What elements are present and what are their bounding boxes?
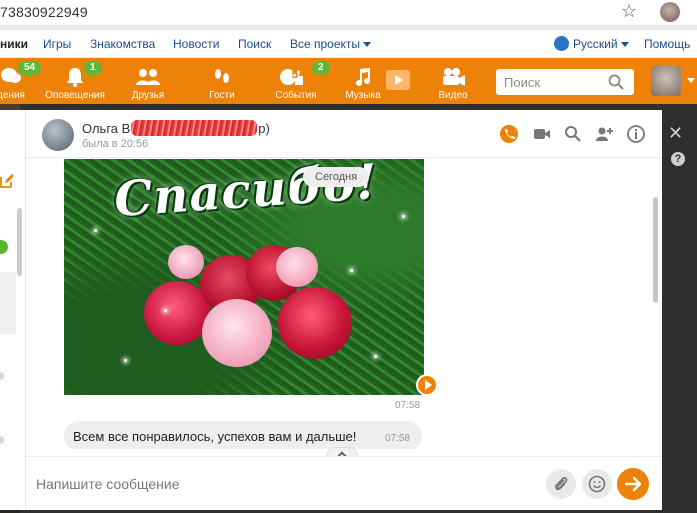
- notifications-badge: 1: [84, 61, 102, 75]
- toolbar-label: Друзья: [131, 90, 165, 101]
- smiley-icon: [588, 475, 606, 493]
- sparkle: [124, 359, 127, 362]
- top-navigation: ники Игры Знакомства Новости Поиск Все п…: [0, 30, 697, 58]
- play-icon[interactable]: [416, 374, 438, 396]
- toolbar-friends[interactable]: Друзья: [124, 58, 172, 104]
- attach-button[interactable]: [546, 469, 576, 499]
- sparkle: [350, 269, 353, 272]
- date-separator: Сегодня: [303, 167, 370, 187]
- events-badge: 2: [312, 61, 330, 75]
- chat-scrollbar[interactable]: [653, 197, 658, 303]
- globe-icon: [554, 36, 569, 51]
- send-button[interactable]: [617, 468, 649, 500]
- toolbar-video[interactable]: Видео: [430, 58, 476, 104]
- sparkle: [164, 309, 167, 312]
- message-time: 07:58: [385, 433, 411, 444]
- message-text: Всем все понравилось, успехов вам и даль…: [73, 429, 357, 444]
- search-input[interactable]: [504, 73, 604, 91]
- bookmark-star-icon[interactable]: ☆: [621, 1, 637, 22]
- contact-name-end: р): [258, 121, 270, 136]
- messages-badge: 54: [18, 61, 42, 75]
- nav-link-home[interactable]: ники: [0, 37, 28, 51]
- contact-status: была в 20:56: [82, 138, 148, 150]
- conversation-list: [0, 110, 26, 510]
- video-play-icon[interactable]: [386, 70, 410, 90]
- chevron-down-icon[interactable]: [687, 78, 695, 83]
- friends-icon: [136, 69, 160, 85]
- contact-name-start: Ольга В: [82, 121, 131, 136]
- chat-header: Ольга В р) была в 20:56: [26, 110, 662, 158]
- online-indicator: [0, 240, 8, 254]
- bell-icon: [67, 68, 83, 87]
- toolbar-label: Музыка: [345, 90, 381, 101]
- nav-link-all-projects[interactable]: Все проекты: [290, 37, 372, 51]
- conversation-item-active[interactable]: [0, 272, 16, 334]
- message-composer: [26, 456, 662, 510]
- browser-profile-avatar[interactable]: [660, 2, 680, 22]
- redaction-scribble: [131, 120, 258, 136]
- toolbar-label: Видео: [438, 90, 468, 101]
- contact-avatar[interactable]: [42, 119, 74, 151]
- all-projects-label: Все проекты: [290, 37, 361, 51]
- chat-messages: Спасибо! Сегодня 07:58 Всем все понравил…: [26, 159, 662, 449]
- message-bubble[interactable]: Всем все понравилось, успехов вам и даль…: [64, 421, 422, 449]
- rose-image: [278, 287, 352, 359]
- toolbar-guests[interactable]: Гости: [200, 58, 244, 104]
- help-icon[interactable]: ?: [671, 152, 685, 166]
- music-note-icon: [356, 68, 370, 86]
- toolbar-label: События: [275, 90, 317, 101]
- paperclip-icon: [554, 477, 568, 491]
- language-label: Русский: [573, 37, 618, 51]
- sparkle: [402, 215, 405, 218]
- chevron-down-icon: [620, 42, 629, 47]
- search-icon[interactable]: [563, 124, 583, 144]
- rose-image: [202, 299, 272, 367]
- nav-link-search[interactable]: Поиск: [238, 37, 271, 51]
- conversation-indicator: [0, 436, 4, 444]
- main-toolbar: дения 54 Оповещения 1 Друзья Гости 5 Соб…: [0, 58, 697, 104]
- compose-icon[interactable]: [0, 174, 14, 188]
- phone-call-icon[interactable]: [499, 124, 519, 144]
- add-user-icon[interactable]: [594, 124, 614, 144]
- close-icon[interactable]: ✕: [668, 123, 683, 144]
- contact-name[interactable]: Ольга В р): [82, 120, 270, 136]
- nav-link-news[interactable]: Новости: [173, 37, 219, 51]
- help-link[interactable]: Помощь: [644, 37, 690, 51]
- last-seen-text: была в 20:56: [82, 138, 149, 150]
- message-input[interactable]: [36, 473, 516, 495]
- chevron-down-icon: [363, 42, 372, 47]
- media-attachment[interactable]: Спасибо!: [64, 159, 424, 395]
- address-text[interactable]: 73830922949: [0, 4, 88, 20]
- search-icon[interactable]: [608, 74, 624, 90]
- events-count: 5: [291, 67, 299, 81]
- search-box[interactable]: [496, 69, 634, 95]
- toolbar-label: дения: [0, 90, 25, 101]
- info-icon[interactable]: [626, 124, 646, 144]
- rose-image: [276, 247, 318, 287]
- toolbar-label: Гости: [209, 90, 235, 101]
- toolbar-music[interactable]: Музыка: [340, 58, 386, 104]
- footprints-icon: [215, 69, 229, 83]
- emoji-button[interactable]: [582, 469, 612, 499]
- toolbar-label: Оповещения: [45, 90, 105, 101]
- send-arrow-icon: [625, 476, 641, 492]
- nav-link-games[interactable]: Игры: [43, 37, 71, 51]
- browser-address-bar[interactable]: 73830922949 ☆: [0, 0, 697, 26]
- nav-link-dating[interactable]: Знакомства: [90, 37, 155, 51]
- conversation-list-scrollbar[interactable]: [17, 208, 22, 276]
- rose-image: [168, 245, 204, 279]
- language-selector[interactable]: Русский: [573, 37, 629, 51]
- film-camera-icon: [443, 68, 465, 86]
- messenger-panel: Ольга В р) была в 20:56 Спасибо! Сегодня …: [0, 110, 662, 510]
- video-call-icon[interactable]: [532, 124, 552, 144]
- message-time: 07:58: [395, 400, 421, 411]
- sparkle: [374, 355, 377, 358]
- sparkle: [94, 229, 97, 232]
- user-avatar[interactable]: [651, 66, 681, 96]
- conversation-indicator: [0, 372, 4, 380]
